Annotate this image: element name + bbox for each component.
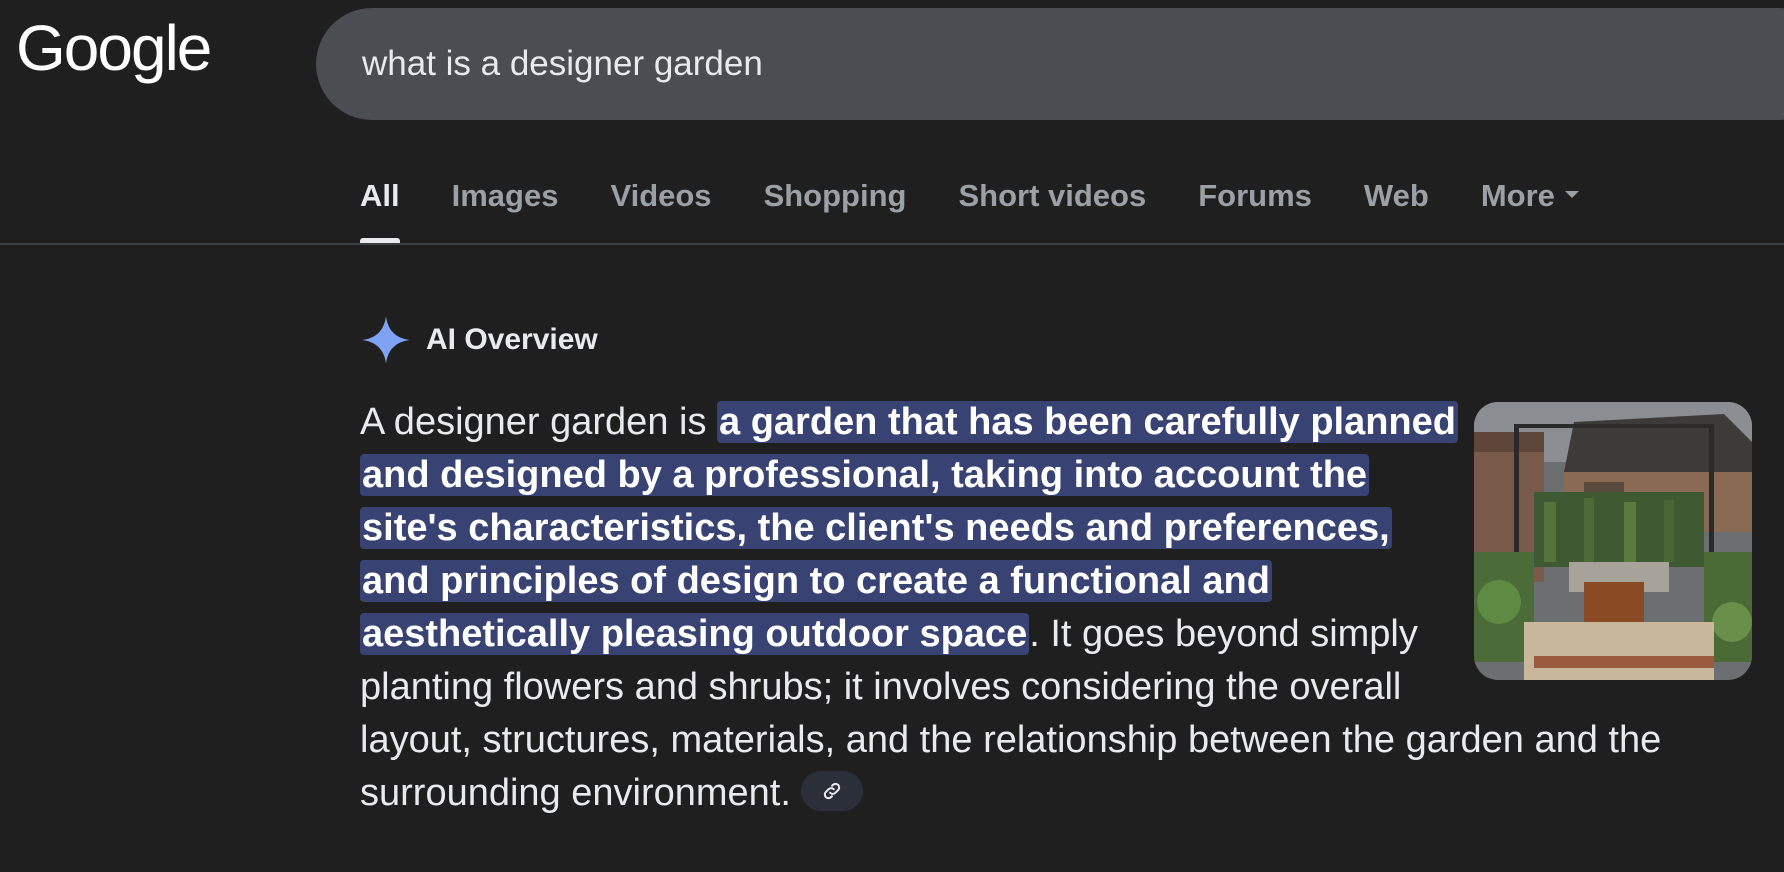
overview-intro: A designer garden is xyxy=(360,401,718,443)
tab-label: Images xyxy=(451,178,559,213)
google-logo[interactable]: Google xyxy=(16,16,212,80)
tab-label: All xyxy=(360,178,400,213)
garden-image xyxy=(1474,402,1752,680)
tab-label: Forums xyxy=(1198,178,1312,213)
tab-forums[interactable]: Forums xyxy=(1198,160,1312,232)
tab-all[interactable]: All xyxy=(360,160,400,244)
ai-overview-title: AI Overview xyxy=(426,323,598,356)
tab-more[interactable]: More xyxy=(1481,160,1579,232)
source-link-button[interactable] xyxy=(800,770,863,811)
ai-overview-text: A designer garden is a garden that has b… xyxy=(360,396,1752,820)
sparkle-icon xyxy=(362,316,410,364)
search-input[interactable]: what is a designer garden xyxy=(362,40,763,88)
garden-thumbnail[interactable] xyxy=(1474,402,1752,680)
tab-images[interactable]: Images xyxy=(452,160,559,232)
tab-label: More xyxy=(1480,178,1555,213)
tab-short-videos[interactable]: Short videos xyxy=(958,160,1146,232)
tab-videos[interactable]: Videos xyxy=(610,160,711,232)
tabs-divider xyxy=(0,243,1784,245)
link-icon xyxy=(823,782,841,800)
tab-web[interactable]: Web xyxy=(1364,160,1429,232)
tab-label: Videos xyxy=(610,178,712,213)
tab-label: Short videos xyxy=(958,178,1147,213)
search-tabs: All Images Videos Shopping Short videos … xyxy=(360,160,1631,244)
ai-overview-header: AI Overview xyxy=(360,312,598,368)
caret-down-icon xyxy=(1564,191,1579,199)
tab-label: Shopping xyxy=(763,178,907,213)
tab-shopping[interactable]: Shopping xyxy=(764,160,907,232)
tab-label: Web xyxy=(1363,178,1429,213)
